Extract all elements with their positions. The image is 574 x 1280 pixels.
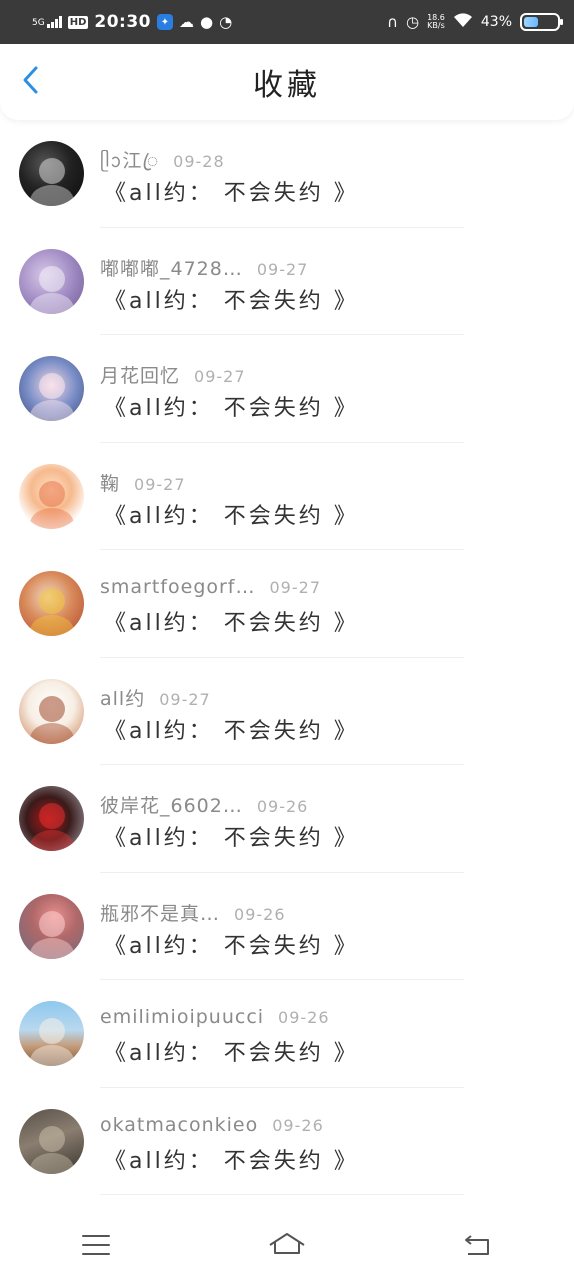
item-meta: okatmaconkieo 09-26 [100, 1114, 324, 1136]
username[interactable]: 彼岸花_6602… [100, 791, 243, 818]
net-speed-unit: KB/s [427, 21, 445, 30]
list-item[interactable]: 嘟嘟嘟_4728… 09-27 《all约： 不会失约 》 [0, 228, 574, 335]
item-meta: 彼岸花_6602… 09-26 [100, 791, 308, 818]
list-item[interactable]: smartfoegorf… 09-27 《all约： 不会失约 》 [0, 550, 574, 658]
page-title: 收藏 [253, 68, 321, 103]
username[interactable]: smartfoegorf… [100, 576, 256, 598]
avatar-image [30, 588, 74, 636]
avatar[interactable] [19, 571, 84, 636]
list-item[interactable]: 月花回忆 09-27 《all约： 不会失约 》 [0, 335, 574, 443]
avatar[interactable] [19, 786, 84, 851]
compass-icon: ◔ [219, 12, 233, 31]
item-title[interactable]: 《all约： 不会失约 》 [104, 820, 359, 852]
chevron-left-icon [20, 65, 40, 99]
item-title[interactable]: 《all约： 不会失约 》 [104, 283, 359, 315]
avatar[interactable] [19, 678, 84, 744]
list-item[interactable]: all约 09-27 《all约： 不会失约 》 [0, 658, 574, 765]
date: 09-27 [269, 578, 321, 597]
item-title[interactable]: 《all约： 不会失约 》 [104, 928, 359, 960]
menu-icon [81, 1233, 111, 1261]
date: 09-26 [278, 1008, 330, 1027]
avatar[interactable] [19, 463, 84, 529]
username[interactable]: emilimioipuucci [100, 1006, 264, 1028]
date: 09-27 [159, 689, 211, 709]
item-meta: emilimioipuucci 09-26 [100, 1006, 330, 1028]
list-item[interactable]: 鞠 09-27 《all约： 不会失约 》 [0, 443, 574, 550]
item-meta: 瓶邪不是真… 09-26 [100, 899, 286, 926]
date: 09-27 [134, 474, 186, 494]
item-meta: smartfoegorf… 09-27 [100, 576, 321, 598]
clock: 20:30 [94, 12, 151, 32]
back-icon [462, 1232, 494, 1262]
app-notification-icon: ✦ [157, 14, 173, 30]
network-type: 5G [32, 18, 45, 28]
list-item[interactable]: 彼岸花_6602… 09-26 《all约： 不会失约 》 [0, 765, 574, 873]
username[interactable]: all约 [100, 684, 145, 711]
item-title[interactable]: 《all约： 不会失约 》 [104, 605, 359, 637]
list-item[interactable]: okatmaconkieo 09-26 《all约： 不会失约 》 [0, 1088, 574, 1195]
signal-icon: 5G [32, 16, 62, 28]
avatar-image [30, 803, 74, 851]
avatar[interactable] [19, 356, 84, 421]
username[interactable]: okatmaconkieo [100, 1114, 258, 1136]
item-title[interactable]: 《all约： 不会失约 》 [104, 498, 359, 530]
home-icon [267, 1231, 307, 1263]
date: 09-28 [173, 152, 225, 171]
menu-button[interactable] [66, 1222, 126, 1272]
header: 收藏 [0, 44, 574, 120]
avatar-image [30, 265, 74, 314]
avatar-image [30, 1018, 74, 1066]
battery-level [524, 17, 538, 27]
avatar-image [30, 158, 74, 206]
username[interactable]: 嘟嘟嘟_4728… [100, 254, 243, 281]
item-meta: 鞠 09-27 [100, 469, 186, 496]
list-item[interactable]: 瓶邪不是真… 09-26 《all约： 不会失约 》 [0, 873, 574, 980]
headphones-icon: ∩ [386, 12, 398, 31]
item-title[interactable]: 《all约： 不会失约 》 [104, 1143, 359, 1175]
alarm-icon: ◷ [405, 12, 420, 31]
date: 09-26 [256, 797, 309, 816]
back-nav-button[interactable] [448, 1222, 508, 1272]
battery-percent: 43% [480, 14, 512, 30]
avatar-image [30, 1125, 74, 1174]
hd-badge: HD [67, 15, 89, 29]
avatar[interactable] [19, 248, 84, 314]
list-item[interactable]: emilimioipuucci 09-26 《all约： 不会失约 》 [0, 980, 574, 1088]
item-title[interactable]: 《all约： 不会失约 》 [104, 713, 359, 745]
avatar-image [30, 910, 74, 959]
battery-icon [520, 13, 563, 31]
item-title[interactable]: 《all约： 不会失约 》 [104, 1035, 359, 1067]
status-bar: 5G HD 20:30 ✦ ☁ ● ◔ ∩ ◷ 18.6 KB/s 43% [0, 0, 574, 44]
avatar-image [30, 695, 74, 744]
back-button[interactable] [14, 66, 46, 98]
list-item[interactable]: ᥫᩣ江ꦿ 09-28 《all约： 不会失约 》 [0, 120, 574, 228]
item-meta: all约 09-27 [100, 684, 211, 711]
date: 09-26 [272, 1115, 324, 1135]
wifi-icon [453, 12, 473, 32]
username[interactable]: 瓶邪不是真… [100, 899, 220, 926]
username[interactable]: 鞠 [100, 469, 120, 496]
item-title[interactable]: 《all约： 不会失约 》 [104, 390, 359, 422]
date: 09-27 [194, 367, 246, 386]
avatar[interactable] [19, 893, 84, 959]
date: 09-27 [256, 259, 309, 279]
chat-icon: ● [200, 12, 214, 31]
item-meta: 月花回忆 09-27 [100, 361, 246, 388]
avatar[interactable] [19, 141, 84, 206]
system-nav-bar [0, 1214, 574, 1280]
avatar[interactable] [19, 1001, 84, 1066]
avatar[interactable] [19, 1108, 84, 1174]
username[interactable]: 月花回忆 [100, 361, 180, 388]
divider [100, 1194, 464, 1195]
avatar-image [30, 373, 74, 421]
item-meta: 嘟嘟嘟_4728… 09-27 [100, 254, 308, 281]
cloud-icon: ☁ [179, 12, 194, 31]
avatar-image [30, 480, 74, 529]
date: 09-26 [234, 904, 286, 924]
home-button[interactable] [257, 1222, 317, 1272]
net-speed: 18.6 KB/s [427, 14, 445, 30]
item-title[interactable]: 《all约： 不会失约 》 [104, 175, 359, 207]
favorites-list: ᥫᩣ江ꦿ 09-28 《all约： 不会失约 》 嘟嘟嘟_4728… 09-27… [0, 120, 574, 1195]
